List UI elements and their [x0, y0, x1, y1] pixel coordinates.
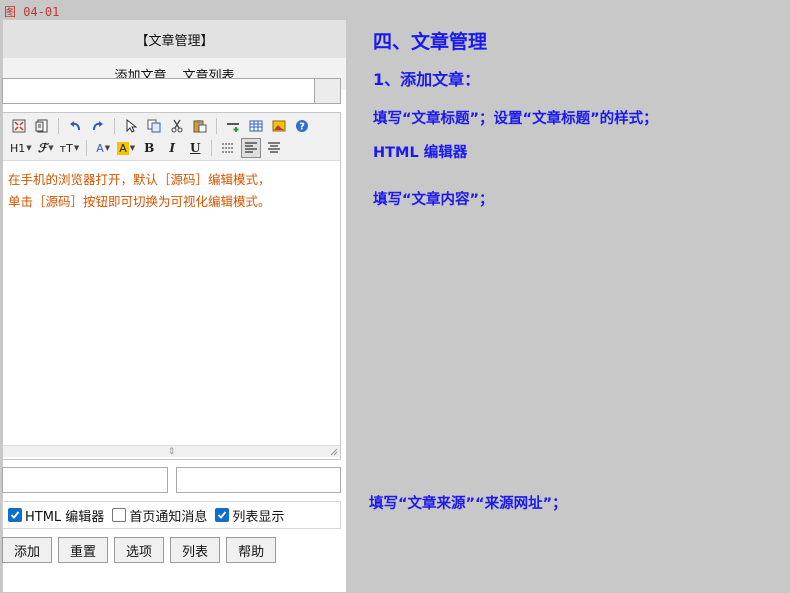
option-list-display[interactable]: 列表显示 [215, 506, 284, 525]
bold-button[interactable]: B [139, 138, 159, 158]
reset-button[interactable]: 重置 [58, 537, 109, 563]
chevron-down-icon: ▼ [73, 144, 80, 152]
redo-icon[interactable] [88, 116, 108, 136]
option-label: HTML 编辑器 [25, 509, 105, 525]
list-button[interactable]: 列表 [170, 537, 221, 563]
options-row: HTML 编辑器 首页通知消息 列表显示 [2, 501, 341, 529]
align-center-icon [268, 142, 281, 153]
align-center-button[interactable] [264, 138, 284, 158]
toolbar-separator [86, 140, 88, 156]
content-line: 单击［源码］按钮即可切换为可视化编辑模式。 [8, 194, 271, 209]
align-left-button[interactable] [241, 138, 262, 158]
italic-icon: I [169, 141, 176, 155]
source-url-input[interactable] [175, 467, 341, 493]
font-color-label: A [96, 141, 104, 155]
chevron-down-icon: ▼ [26, 144, 32, 152]
undo-icon[interactable] [65, 116, 85, 136]
article-source-input[interactable] [2, 467, 168, 493]
chevron-down-icon: ▼ [104, 144, 111, 152]
line-spacing-button[interactable] [218, 138, 238, 158]
horizontal-rule-icon[interactable] [223, 116, 243, 136]
toolbar-separator [211, 140, 213, 156]
content-note: 填写“文章内容”； [373, 192, 494, 208]
image-icon[interactable] [269, 116, 289, 136]
resize-grip-icon: ⇕ [167, 446, 176, 457]
title-note: 填写“文章标题”；设置“文章标题”的样式； [373, 111, 658, 127]
help-icon[interactable]: ? [292, 116, 312, 136]
option-html-editor[interactable]: HTML 编辑器 [8, 506, 104, 525]
article-title-input[interactable] [2, 78, 315, 104]
title-style-button[interactable] [315, 78, 341, 104]
underline-icon: U [189, 141, 201, 155]
copy-icon[interactable] [144, 116, 164, 136]
highlight-label: A [117, 141, 129, 155]
option-homepage-notice[interactable]: 首页通知消息 [112, 506, 207, 525]
editor-resize-bar[interactable]: ⇕ [3, 445, 340, 457]
help-button[interactable]: 帮助 [226, 537, 277, 563]
toolbar-row-1: ? [9, 115, 334, 137]
panel-title: 【文章管理】 [3, 20, 346, 58]
figure-label: 图 04-01 [4, 5, 60, 19]
heading-label: H1 [10, 141, 26, 155]
table-icon[interactable] [246, 116, 266, 136]
highlight-dropdown[interactable]: A ▼ [116, 138, 136, 158]
editor-toolbar: ? H1 ▼ ℱ ▼ ᴛT ▼ A ▼ A ▼ B I U [3, 113, 340, 161]
paste-icon[interactable] [190, 116, 210, 136]
checkbox[interactable] [112, 508, 127, 522]
content-line: 在手机的浏览器打开，默认［源码］编辑模式， [8, 172, 271, 187]
heading-dropdown[interactable]: H1 ▼ [9, 138, 33, 158]
action-buttons: 添加 重置 选项 列表 帮助 [2, 537, 277, 563]
line-spacing-icon [222, 143, 235, 153]
toolbar-separator [216, 118, 217, 134]
align-left-icon [245, 142, 258, 153]
source-row [2, 467, 341, 493]
resize-corner-icon[interactable] [330, 448, 338, 456]
option-label: 列表显示 [232, 509, 285, 525]
section-heading: 四、文章管理 [373, 31, 488, 53]
toolbar-row-2: H1 ▼ ℱ ▼ ᴛT ▼ A ▼ A ▼ B I U [9, 137, 334, 159]
italic-button[interactable]: I [162, 138, 182, 158]
font-size-dropdown[interactable]: ᴛT ▼ [59, 138, 81, 158]
cut-icon[interactable] [167, 116, 187, 136]
toolbar-separator [114, 118, 115, 134]
select-all-icon[interactable] [121, 116, 141, 136]
check-icon [10, 511, 20, 519]
chevron-down-icon: ▼ [129, 144, 136, 152]
options-button[interactable]: 选项 [114, 537, 165, 563]
checkbox[interactable] [215, 508, 230, 522]
font-color-dropdown[interactable]: A ▼ [93, 138, 113, 158]
bold-icon: B [144, 141, 155, 155]
source-icon[interactable] [32, 116, 52, 136]
check-icon [218, 511, 227, 519]
fullscreen-icon[interactable] [9, 116, 29, 136]
font-family-dropdown[interactable]: ℱ ▼ [36, 138, 56, 158]
chevron-down-icon: ▼ [48, 144, 54, 152]
svg-text:?: ? [299, 122, 305, 133]
option-label: 首页通知消息 [129, 509, 208, 525]
section-subheading: 1、添加文章： [373, 70, 481, 89]
underline-button[interactable]: U [185, 138, 205, 158]
toolbar-separator [58, 118, 59, 134]
font-size-label: ᴛT [59, 141, 73, 155]
editor-content-area[interactable]: 在手机的浏览器打开，默认［源码］编辑模式， 单击［源码］按钮即可切换为可视化编辑… [3, 161, 340, 445]
title-row [2, 78, 341, 104]
html-editor: ? H1 ▼ ℱ ▼ ᴛT ▼ A ▼ A ▼ B I U 在手机的浏览器打开，默认 [2, 112, 341, 460]
checkbox[interactable] [8, 508, 22, 522]
source-note: 填写“文章来源”“来源网址”； [369, 496, 567, 512]
editor-note: HTML 编辑器 [373, 145, 468, 161]
font-family-label: ℱ [37, 141, 48, 155]
add-button[interactable]: 添加 [2, 537, 53, 563]
